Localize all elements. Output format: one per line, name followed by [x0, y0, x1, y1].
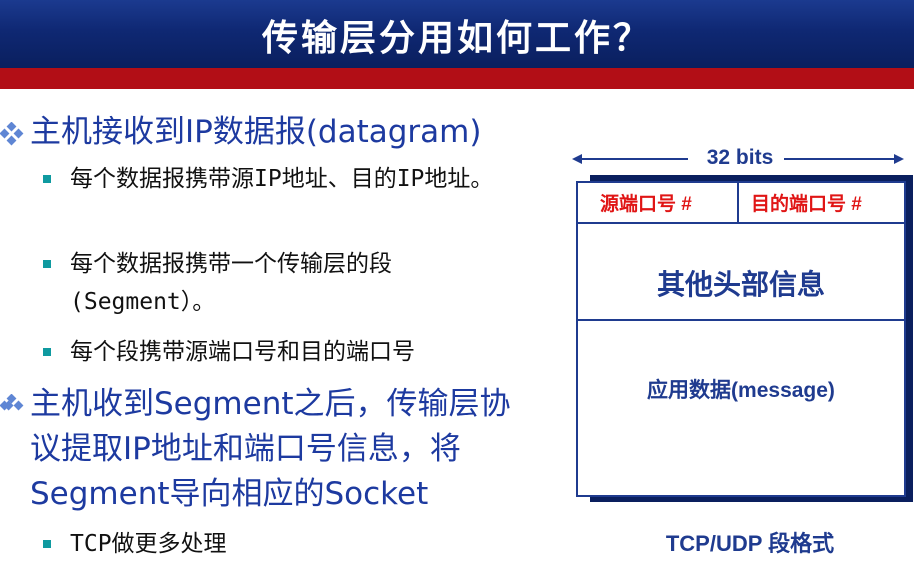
bullet-level2: 每个数据报携带一个传输层的段(Segment）。 — [43, 245, 530, 321]
diagram-caption: TCP/UDP 段格式 — [665, 531, 835, 556]
bullet-level1: 主机接收到IP数据报(datagram) — [0, 110, 540, 155]
header-row-divider — [578, 222, 904, 224]
bullet-level2: 每个段携带源端口号和目的端口号 — [43, 333, 530, 371]
slide-title: 传输层分用如何工作？ — [261, 17, 652, 59]
destination-port-field: 目的端口号 # — [751, 194, 862, 215]
bullet-text: 每个段携带源端口号和目的端口号 — [70, 339, 415, 365]
diamond-bullet-icon — [0, 122, 24, 146]
square-bullet-icon — [43, 348, 51, 356]
bullet-text: 主机收到Segment之后，传输层协议提取IP地址和端口号信息，将Segment… — [30, 386, 511, 512]
bullet-level2: TCP做更多处理 — [43, 525, 530, 563]
segment-box: 源端口号 # 目的端口号 # 其他头部信息 应用数据(message) — [576, 181, 906, 497]
square-bullet-icon — [43, 260, 51, 268]
bullet-text: 主机接收到IP数据报(datagram) — [30, 114, 482, 150]
bullet-text: TCP做更多处理 — [70, 531, 227, 557]
data-divider — [578, 319, 904, 321]
bullet-level2: 每个数据报携带源IP地址、目的IP地址。 — [43, 160, 530, 198]
source-port-field: 源端口号 # — [600, 194, 692, 215]
port-divider — [737, 183, 739, 222]
diamond-bullet-icon — [0, 394, 24, 411]
application-data-field: 应用数据(message) — [647, 379, 835, 402]
square-bullet-icon — [43, 540, 51, 548]
square-bullet-icon — [43, 175, 51, 183]
bullet-level1: 主机收到Segment之后，传输层协议提取IP地址和端口号信息，将Segment… — [0, 382, 540, 522]
other-headers-field: 其他头部信息 — [656, 269, 825, 300]
bullet-text: 每个数据报携带源IP地址、目的IP地址。 — [70, 166, 494, 192]
width-label: 32 bits — [706, 146, 774, 169]
title-underline-stripe — [0, 68, 914, 89]
bullet-text: 每个数据报携带一个传输层的段(Segment）。 — [70, 251, 392, 315]
title-bar: 传输层分用如何工作？ — [0, 0, 914, 68]
